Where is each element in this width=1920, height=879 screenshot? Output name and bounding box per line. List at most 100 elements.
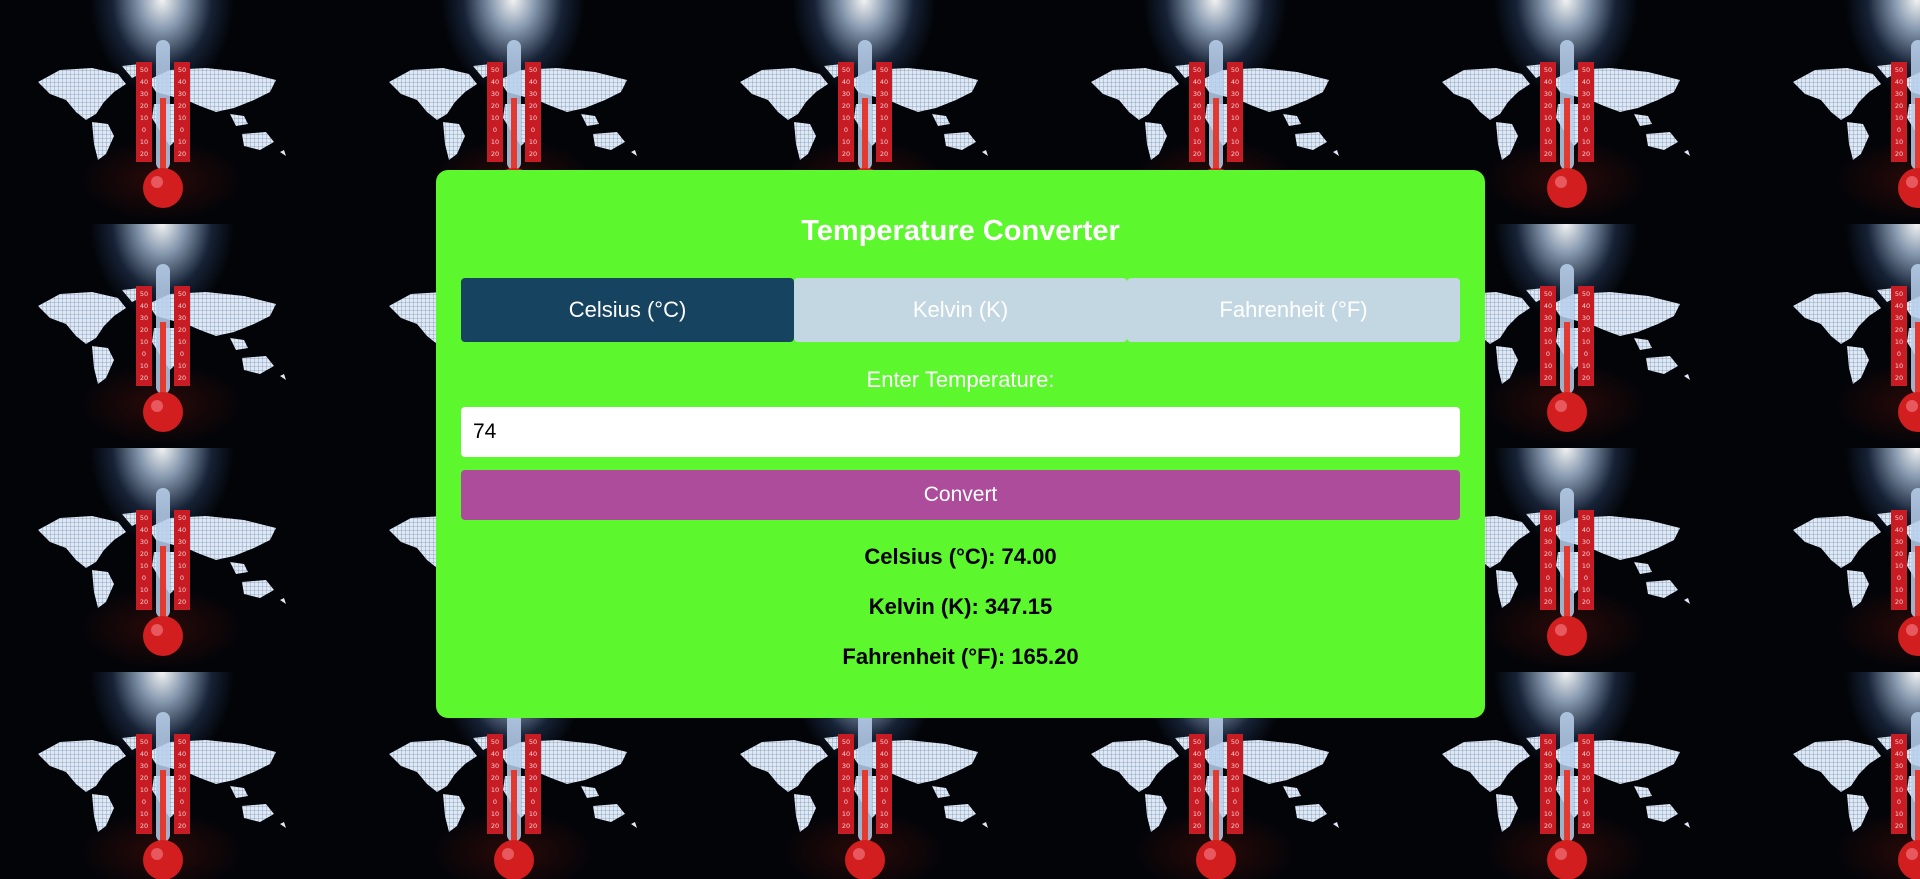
thermometer-scale-label: 30	[1231, 762, 1239, 770]
thermometer-scale-label: 10	[1544, 114, 1552, 122]
thermometer-scale-label: 30	[140, 538, 148, 546]
thermometer-scale-label: 40	[140, 526, 148, 534]
thermometer-scale-label: 10	[1193, 786, 1201, 794]
thermometer-scale-label: 20	[1582, 374, 1590, 382]
thermometer-scale-label: 50	[1231, 738, 1239, 746]
thermometer-icon: 50 40 30 20 10 0 10 20 50 40 30 20 10 0 10 20	[136, 264, 190, 432]
thermometer-scale-label: 20	[178, 326, 186, 334]
thermometer-scale-label: 50	[1582, 66, 1590, 74]
thermometer-scale-label: 20	[178, 374, 186, 382]
tab-celsius[interactable]: Celsius (°C)	[461, 278, 794, 342]
thermometer-scale-label: 20	[1895, 550, 1903, 558]
thermometer-scale-label: 10	[1231, 138, 1239, 146]
thermometer-scale-label: 10	[1582, 338, 1590, 346]
results: Celsius (°C): 74.00 Kelvin (K): 347.15 F…	[461, 544, 1460, 670]
thermometer-scale-label: 20	[1231, 774, 1239, 782]
thermometer-scale-label: 0	[142, 126, 146, 134]
thermometer-scale-label: 30	[1544, 538, 1552, 546]
thermometer-scale-label: 0	[1233, 126, 1237, 134]
thermometer-scale-label: 10	[1895, 586, 1903, 594]
thermometer-icon: 50 40 30 20 10 0 10 20 50 40 30 20 10 0 10 20	[838, 712, 892, 879]
thermometer-scale-label: 10	[880, 786, 888, 794]
thermometer-scale-label: 10	[491, 810, 499, 818]
thermometer-scale-label: 30	[1582, 538, 1590, 546]
thermometer-scale-label: 10	[178, 786, 186, 794]
thermometer-scale-label: 10	[140, 562, 148, 570]
thermometer-scale-label: 10	[1582, 810, 1590, 818]
thermometer-scale-label: 0	[493, 126, 497, 134]
thermometer-scale-label: 30	[1544, 90, 1552, 98]
thermometer-scale-label: 40	[1582, 750, 1590, 758]
thermometer-scale-label: 50	[880, 738, 888, 746]
thermometer-scale-label: 40	[1895, 302, 1903, 310]
page-title: Temperature Converter	[801, 215, 1120, 247]
thermometer-scale-label: 10	[842, 114, 850, 122]
thermometer-scale-label: 20	[178, 598, 186, 606]
thermometer-scale-label: 0	[844, 798, 848, 806]
thermometer-scale-label: 0	[844, 126, 848, 134]
thermometer-scale-label: 50	[1895, 738, 1903, 746]
thermometer-scale-label: 10	[1231, 786, 1239, 794]
thermometer-icon: 50 40 30 20 10 0 10 20 50 40 30 20 10 0 10 20	[136, 40, 190, 208]
thermometer-scale-label: 10	[1582, 562, 1590, 570]
thermometer-scale-label: 50	[140, 66, 148, 74]
thermometer-scale-label: 50	[529, 66, 537, 74]
thermometer-scale-label: 40	[1582, 78, 1590, 86]
thermometer-scale-label: 10	[178, 562, 186, 570]
thermometer-scale-label: 20	[1544, 326, 1552, 334]
thermometer-scale-label: 50	[1582, 514, 1590, 522]
thermometer-scale-label: 50	[491, 738, 499, 746]
thermometer-scale-label: 0	[1897, 574, 1901, 582]
thermometer-scale-label: 0	[531, 798, 535, 806]
thermometer-scale-label: 10	[880, 138, 888, 146]
thermometer-scale-label: 30	[178, 90, 186, 98]
thermometer-scale-label: 10	[491, 138, 499, 146]
thermometer-scale-label: 30	[1231, 90, 1239, 98]
thermometer-scale-label: 40	[842, 750, 850, 758]
thermometer-scale-label: 10	[1582, 586, 1590, 594]
thermometer-scale-label: 30	[842, 762, 850, 770]
thermometer-scale-label: 10	[178, 138, 186, 146]
thermometer-scale-label: 20	[1895, 150, 1903, 158]
thermometer-scale-label: 10	[1895, 138, 1903, 146]
thermometer-scale-label: 20	[880, 822, 888, 830]
thermometer-scale-label: 30	[1582, 90, 1590, 98]
thermometer-scale-label: 50	[178, 66, 186, 74]
thermometer-scale-label: 50	[1895, 290, 1903, 298]
thermometer-scale-label: 20	[842, 774, 850, 782]
thermometer-scale-label: 10	[1193, 114, 1201, 122]
tab-kelvin[interactable]: Kelvin (K)	[794, 278, 1127, 342]
thermometer-scale-label: 40	[529, 750, 537, 758]
thermometer-scale-label: 40	[880, 78, 888, 86]
thermometer-scale-label: 10	[140, 138, 148, 146]
thermometer-scale-label: 20	[1582, 102, 1590, 110]
thermometer-scale-label: 10	[1895, 562, 1903, 570]
thermometer-scale-label: 10	[1544, 338, 1552, 346]
thermometer-scale-label: 30	[178, 762, 186, 770]
thermometer-icon: 50 40 30 20 10 0 10 20 50 40 30 20 10 0 10 20	[1540, 712, 1594, 879]
thermometer-scale-label: 10	[1544, 362, 1552, 370]
thermometer-icon: 50 40 30 20 10 0 10 20 50 40 30 20 10 0 10 20	[136, 488, 190, 656]
thermometer-scale-label: 30	[529, 762, 537, 770]
thermometer-scale-label: 10	[1582, 362, 1590, 370]
thermometer-scale-label: 50	[1582, 738, 1590, 746]
tab-fahrenheit[interactable]: Fahrenheit (°F)	[1127, 278, 1460, 342]
convert-button[interactable]: Convert	[461, 470, 1460, 520]
temperature-input[interactable]	[461, 407, 1460, 457]
thermometer-scale-label: 30	[178, 538, 186, 546]
thermometer-scale-label: 50	[1895, 66, 1903, 74]
thermometer-scale-label: 20	[842, 822, 850, 830]
thermometer-scale-label: 20	[178, 102, 186, 110]
thermometer-scale-label: 30	[1895, 90, 1903, 98]
thermometer-scale-label: 20	[140, 374, 148, 382]
thermometer-scale-label: 0	[531, 126, 535, 134]
thermometer-scale-label: 30	[1895, 762, 1903, 770]
thermometer-scale-label: 20	[1582, 822, 1590, 830]
thermometer-scale-label: 0	[1897, 350, 1901, 358]
thermometer-scale-label: 40	[1231, 750, 1239, 758]
thermometer-scale-label: 10	[1582, 786, 1590, 794]
thermometer-scale-label: 30	[842, 90, 850, 98]
thermometer-scale-label: 10	[491, 114, 499, 122]
thermometer-scale-label: 40	[1544, 750, 1552, 758]
thermometer-scale-label: 30	[1895, 314, 1903, 322]
